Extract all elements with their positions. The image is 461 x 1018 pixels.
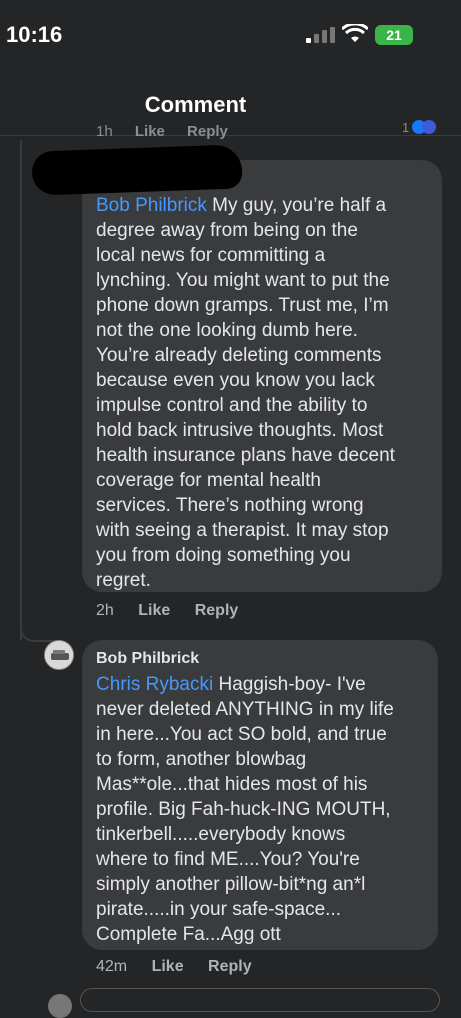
mention-link[interactable]: Chris Rybacki [96, 674, 213, 695]
comment-line: simply another pillow-bit*ng an*l [96, 874, 366, 895]
comment-line: hold back intrusive thoughts. Most [96, 420, 384, 441]
comment-line: My guy, you’re half a [206, 195, 387, 216]
thread-branch [20, 622, 60, 642]
comment-line: coverage for mental health [96, 470, 321, 491]
battery-level: 21 [386, 27, 402, 43]
comment-line: not the one looking dumb here. [96, 320, 358, 341]
status-time: 10:16 [6, 22, 63, 47]
comment-line: regret. [96, 570, 151, 591]
comment-2-meta: 42m Like Reply [96, 958, 272, 976]
comment-line: because even you know you lack [96, 370, 375, 391]
next-comment-bubble[interactable] [80, 988, 440, 1012]
comment-line: health insurance plans have decent [96, 445, 395, 466]
previous-time: 1h [96, 123, 113, 140]
previous-like-button[interactable]: Like [135, 123, 165, 140]
redaction-mark [31, 144, 243, 196]
comment-time: 42m [96, 958, 128, 975]
previous-comment-meta: 1h Like Reply [96, 123, 228, 140]
comment-1-meta: 2h Like Reply [96, 602, 258, 620]
comment-line: degree away from being on the [96, 220, 358, 241]
comment-line: phone down gramps. Trust me, I’m [96, 295, 389, 316]
avatar-image-icon [45, 641, 73, 669]
comment-line: Mas**ole...that hides most of his [96, 774, 368, 795]
comment-1-body: Bob Philbrick My guy, you’re half a degr… [96, 193, 441, 593]
comment-line: where to find ME....You? You're [96, 849, 360, 870]
comment-line: profile. Big Fah-huck-ING MOUTH, [96, 799, 391, 820]
next-avatar [48, 994, 72, 1018]
comment-line: pirate.....in your safe-space... [96, 899, 342, 920]
like-button[interactable]: Like [152, 958, 184, 975]
love-reaction-icon [422, 120, 436, 134]
comment-author[interactable]: Bob Philbrick [96, 650, 199, 668]
comment-line: tinkerbell.....everybody knows [96, 824, 346, 845]
comment-line: impulse control and the ability to [96, 395, 368, 416]
reply-button[interactable]: Reply [208, 958, 252, 975]
comment-line: lynching. You might want to put the [96, 270, 390, 291]
comment-2-body: Chris Rybacki Haggish-boy- I've never de… [96, 672, 431, 947]
comment-line: local news for committing a [96, 245, 326, 266]
comment-line: in here...You act SO bold, and true [96, 724, 387, 745]
reaction-count: 1 [402, 120, 410, 135]
signal-icon [306, 27, 335, 43]
mention-link[interactable]: Bob Philbrick [96, 195, 207, 216]
comment-line: You’re already deleting comments [96, 345, 382, 366]
comment-line: you from doing something you [96, 545, 351, 566]
reaction-icons: 1 [402, 120, 436, 136]
header-bar: Comment [0, 72, 461, 136]
avatar[interactable] [44, 640, 74, 670]
status-bar: 10:16 21 [0, 0, 461, 72]
like-button[interactable]: Like [138, 602, 170, 619]
reply-button[interactable]: Reply [195, 602, 239, 619]
comment-line: Haggish-boy- I've [213, 674, 366, 695]
page-title: Comment [144, 92, 247, 117]
wifi-icon [342, 24, 368, 42]
comment-line: services. There’s nothing wrong [96, 495, 364, 516]
comment-line: to form, another blowbag [96, 749, 307, 770]
comment-line: never deleted ANYTHING in my life [96, 699, 394, 720]
previous-reply-button[interactable]: Reply [187, 123, 228, 140]
comment-line: Complete Fa...Agg ott [96, 924, 281, 945]
thread-line [20, 140, 22, 640]
battery-icon: 21 [375, 25, 413, 45]
comment-line: with seeing a therapist. It may stop [96, 520, 389, 541]
comment-time: 2h [96, 602, 114, 619]
